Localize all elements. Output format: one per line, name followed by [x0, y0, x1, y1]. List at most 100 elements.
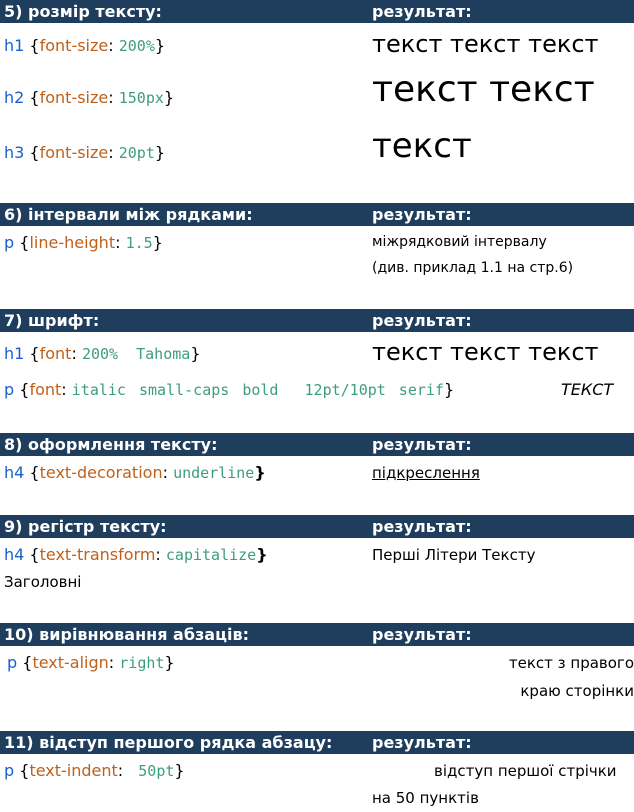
brace-close: } — [174, 761, 185, 780]
result-p-font: ТЕКСТ — [561, 380, 614, 399]
section-8-header: 8) оформлення тексту: результат: — [0, 433, 634, 456]
property: text-decoration — [39, 463, 163, 482]
selector: h4 — [4, 545, 25, 564]
code-line-h4-transform: h4 {text-transform: capitalize} — [4, 545, 268, 564]
selector: p — [7, 653, 18, 672]
selector: h4 — [4, 463, 25, 482]
value: 1.5 — [125, 234, 153, 252]
code-line-h2: h2 {font-size: 150px} — [4, 88, 174, 107]
brace-close: } — [154, 143, 166, 162]
section-title: 10) вирівнювання абзаців: — [4, 625, 249, 644]
colon: : — [71, 344, 77, 363]
section-title: 6) інтервали між рядками: — [4, 205, 253, 224]
result-right-line-2: краю сторінки — [520, 682, 634, 700]
brace-open: { — [29, 36, 40, 55]
brace-open: { — [19, 233, 30, 252]
section-6-header: 6) інтервали між рядками: результат: — [0, 203, 634, 226]
brace-close: } — [254, 463, 266, 482]
brace-close: } — [256, 545, 268, 564]
result-capitalize: Перші Літери Тексту — [372, 546, 536, 564]
code-line-p-align: p {text-align: right} — [7, 653, 175, 672]
result-line-1: міжрядковий інтервалу — [372, 234, 547, 250]
result-label: результат: — [372, 435, 472, 454]
brace-open: { — [29, 344, 40, 363]
selector: h1 — [4, 36, 25, 55]
result-line-2: (див. приклад 1.1 на стр.6) — [372, 260, 574, 276]
result-indent-line-2: на 50 пунктів — [372, 789, 479, 807]
value: 150px — [118, 89, 164, 107]
selector: p — [4, 761, 15, 780]
value: italic small-caps bold 12pt/10pt serif — [71, 381, 444, 399]
value: capitalize — [165, 546, 257, 564]
result-indent-line-1: відступ першої стрічки — [434, 762, 617, 780]
section-title: 5) розмір тексту: — [4, 2, 162, 21]
brace-open: { — [19, 380, 30, 399]
selector: h1 — [4, 344, 25, 363]
code-line-h1: h1 {font-size: 200%} — [4, 36, 165, 55]
property: font-size — [39, 36, 109, 55]
section-title: 9) регістр тексту: — [4, 517, 167, 536]
result-right-line-1: текст з правого — [508, 654, 634, 672]
property: font — [39, 344, 72, 363]
code-line-p-font: p {font: italic small-caps bold 12pt/10p… — [4, 380, 454, 399]
result-h1-font: текст текст текст — [372, 338, 599, 366]
colon: : — [117, 761, 124, 780]
result-label: результат: — [372, 205, 472, 224]
section-11-header: 11) відступ першого рядка абзацу: резуль… — [0, 731, 634, 754]
result-label: результат: — [372, 733, 472, 752]
result-h2: текст текст — [372, 69, 595, 110]
colon: : — [115, 233, 121, 252]
section-10-header: 10) вирівнювання абзаців: результат: — [0, 623, 634, 646]
code-line-h1-font: h1 {font: 200% Tahoma} — [4, 344, 201, 363]
colon: : — [108, 36, 114, 55]
code-line-p: p {line-height: 1.5} — [4, 233, 163, 252]
selector: p — [4, 233, 15, 252]
brace-open: { — [29, 463, 40, 482]
value: 200% Tahoma — [81, 345, 191, 363]
section-7-header: 7) шрифт: результат: — [0, 309, 634, 332]
result-h3: текст — [372, 126, 472, 166]
value: 200% — [118, 37, 155, 55]
wrapped-text: Заголовні — [4, 573, 82, 591]
brace-close: } — [443, 380, 455, 399]
brace-close: } — [152, 233, 163, 252]
colon: : — [108, 653, 115, 672]
colon: : — [162, 463, 168, 482]
value: 50pt — [138, 762, 175, 780]
selector: p — [4, 380, 15, 399]
section-title: 11) відступ першого рядка абзацу: — [4, 733, 333, 752]
section-9-header: 9) регістр тексту: результат: — [0, 515, 634, 538]
brace-close: } — [190, 344, 201, 363]
value: 20pt — [118, 144, 155, 162]
section-5-header: 5) розмір тексту: результат: — [0, 0, 634, 23]
code-line-h4-decoration: h4 {text-decoration: underline} — [4, 463, 266, 482]
property: text-align — [32, 653, 109, 672]
brace-open: { — [29, 545, 40, 564]
brace-open: { — [29, 143, 40, 162]
brace-open: { — [29, 88, 40, 107]
colon: : — [108, 88, 114, 107]
property: text-indent — [29, 761, 118, 780]
value: right — [119, 654, 165, 672]
result-label: результат: — [372, 517, 472, 536]
brace-open: { — [19, 761, 30, 780]
result-label: результат: — [372, 2, 472, 21]
result-underline: підкреслення — [372, 464, 480, 482]
section-title: 7) шрифт: — [4, 311, 100, 330]
selector: h2 — [4, 88, 25, 107]
section-title: 8) оформлення тексту: — [4, 435, 218, 454]
selector: h3 — [4, 143, 25, 162]
brace-close: } — [164, 653, 175, 672]
property: line-height — [29, 233, 116, 252]
property: font-size — [39, 143, 109, 162]
result-label: результат: — [372, 625, 472, 644]
colon: : — [61, 380, 67, 399]
colon: : — [108, 143, 114, 162]
result-label: результат: — [372, 311, 472, 330]
property: font — [29, 380, 62, 399]
result-h1: текст текст текст — [372, 30, 599, 58]
colon: : — [155, 545, 161, 564]
property: text-transform — [39, 545, 156, 564]
property: font-size — [39, 88, 109, 107]
value: underline — [173, 464, 255, 482]
